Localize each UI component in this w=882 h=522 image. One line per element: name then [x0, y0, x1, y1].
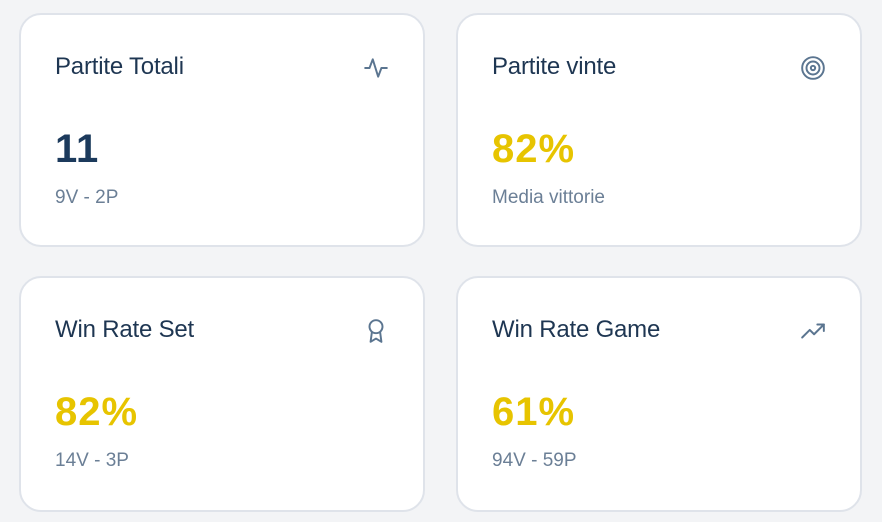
card-subtitle: 14V - 3P: [55, 450, 129, 471]
card-title: Win Rate Game: [492, 316, 661, 343]
card-subtitle: 9V - 2P: [55, 187, 119, 208]
activity-icon: [363, 55, 389, 81]
card-value: 61%: [492, 390, 576, 434]
card-subtitle: 94V - 59P: [492, 450, 577, 471]
card-title: Partite Totali: [55, 53, 184, 80]
target-icon: [800, 55, 826, 81]
stat-card-set-win-rate: Win Rate Set 82% 14V - 3P: [19, 276, 425, 512]
stat-card-total-matches: Partite Totali 11 9V - 2P: [19, 13, 425, 247]
award-icon: [363, 318, 389, 344]
stat-card-matches-won: Partite vinte 82% Media vittorie: [456, 13, 862, 247]
card-title: Win Rate Set: [55, 316, 194, 343]
card-subtitle: Media vittorie: [492, 187, 605, 208]
stats-grid: Partite Totali 11 9V - 2P Partite vinte …: [0, 0, 882, 522]
trending-up-icon: [800, 318, 826, 344]
card-value: 82%: [55, 390, 139, 434]
card-value: 82%: [492, 127, 576, 171]
card-value: 11: [55, 127, 100, 171]
card-title: Partite vinte: [492, 53, 617, 80]
stat-card-game-win-rate: Win Rate Game 61% 94V - 59P: [456, 276, 862, 512]
